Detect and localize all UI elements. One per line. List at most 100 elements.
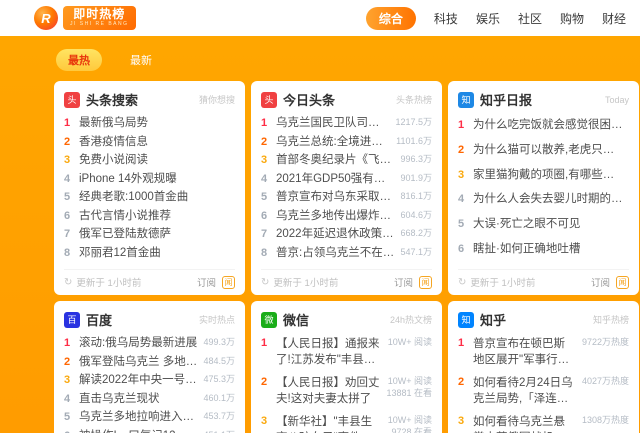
item-title[interactable]: 经典老歌:1000首金曲 (79, 190, 235, 205)
list-item[interactable]: 2 香港疫情信息 (64, 135, 235, 154)
list-item[interactable]: 1 乌克兰国民卫队司令部被摧毁 1217.5万 (261, 116, 432, 135)
item-metrics: 1217.5万 (395, 116, 432, 127)
list-item[interactable]: 6 乌克兰多地传出爆炸声 直击现场 604.6万 (261, 209, 432, 228)
item-title[interactable]: 最新俄乌局势 (79, 116, 235, 131)
tab-newest[interactable]: 最新 (118, 49, 164, 71)
list-item[interactable]: 5 普京宣布对乌东采取军事行动 816.1万 (261, 190, 432, 209)
item-title[interactable]: 为什么人会失去婴儿时期的记忆? (473, 192, 629, 207)
list-item[interactable]: 6 神操作!一口气记12个8级? 451.1万 (64, 429, 235, 433)
item-title[interactable]: 乌克兰总统:全境进入战时状态 (276, 135, 396, 150)
item-title[interactable]: 如何看待乌克兰悬赏击落俄军战机每架 2000 万,逃兵每人将受何处罚? (473, 414, 582, 433)
subscribe-link[interactable]: 订阅 (394, 275, 413, 289)
list-item[interactable]: 3 首部冬奥纪录片《飞越冰雪的五环》 996.3万 (261, 153, 432, 172)
platform-title[interactable]: 知乎日报 (480, 90, 532, 109)
nav-item-tech[interactable]: 科技 (434, 10, 458, 27)
item-title[interactable]: 如何看待2月24日乌克兰局势,「泽连斯基」发表讲话称愿意谈判? (473, 375, 582, 407)
nav-item-general[interactable]: 综合 (366, 7, 416, 30)
list-item[interactable]: 8 邓丽君12首金曲 (64, 246, 235, 265)
list-item[interactable]: 3 【新华社】"丰县生育八孩女子"事件调查处理情况公布 10W+ 阅读 9728… (261, 414, 432, 433)
item-title[interactable]: 邓丽君12首金曲 (79, 246, 235, 261)
site-title: 即时热榜 (73, 8, 125, 20)
list-item[interactable]: 1 【人民日报】通报来了!江苏发布"丰县生育八孩女子"事件调查处理情况 10W+… (261, 336, 432, 373)
item-title[interactable]: 家里猫狗戴的项圈,有哪些坑要知道? (473, 168, 629, 183)
platform-sublabel: Today (605, 95, 629, 105)
refresh-icon[interactable]: ↻ (261, 277, 269, 288)
list-item[interactable]: 2 乌克兰总统:全境进入战时状态 1101.6万 (261, 135, 432, 154)
item-title[interactable]: 香港疫情信息 (79, 135, 235, 150)
item-title[interactable]: 普京宣布在顿巴斯地区展开"军事行动",目前战况如何? (473, 336, 582, 368)
list-item[interactable]: 1 最新俄乌局势 (64, 116, 235, 135)
list-item[interactable]: 3 如何看待乌克兰悬赏击落俄军战机每架 2000 万,逃兵每人将受何处罚? 13… (458, 414, 629, 433)
item-title[interactable]: 乌克兰国民卫队司令部被摧毁 (276, 116, 395, 131)
platform-title[interactable]: 知乎 (480, 310, 506, 329)
nav-item-entertainment[interactable]: 娱乐 (476, 10, 500, 27)
item-title[interactable]: 神操作!一口气记12个8级? (79, 429, 203, 433)
list-item[interactable]: 5 经典老歌:1000首金曲 (64, 190, 235, 209)
list-item[interactable]: 2 如何看待2月24日乌克兰局势,「泽连斯基」发表讲话称愿意谈判? 4027万热… (458, 375, 629, 412)
item-title[interactable]: 乌克兰多地传出爆炸声 直击现场 (276, 209, 400, 224)
list-item[interactable]: 1 滚动:俄乌局势最新进展 499.3万 (64, 336, 235, 355)
list-item[interactable]: 7 2022年延迟退休政策将正式开启 668.2万 (261, 227, 432, 246)
rank-number: 5 (458, 217, 473, 230)
subscribe-link[interactable]: 订阅 (591, 275, 610, 289)
item-title[interactable]: 瞎扯·如何正确地吐槽 (473, 242, 629, 257)
list-item[interactable]: 6 瞎扯·如何正确地吐槽 (458, 242, 629, 262)
item-title[interactable]: 俄军已登陆敖德萨 (79, 227, 235, 242)
news-feed-icon[interactable]: 闻 (222, 276, 235, 289)
list-item[interactable]: 5 乌克兰多地拉响进入战时状态 453.7万 (64, 410, 235, 429)
platform-title[interactable]: 微信 (283, 310, 309, 329)
item-title[interactable]: 普京宣布对乌东采取军事行动 (276, 190, 400, 205)
refresh-icon[interactable]: ↻ (458, 277, 466, 288)
list-item[interactable]: 6 古代言情小说推荐 (64, 209, 235, 228)
item-title[interactable]: 俄军登陆乌克兰 多地传出爆炸声 (79, 355, 203, 370)
nav-item-finance[interactable]: 财经 (602, 10, 626, 27)
list-item[interactable]: 7 俄军已登陆敖德萨 (64, 227, 235, 246)
item-title[interactable]: 乌克兰多地拉响进入战时状态 (79, 410, 203, 425)
list-item[interactable]: 2 俄军登陆乌克兰 多地传出爆炸声 484.5万 (64, 355, 235, 374)
list-item[interactable]: 4 iPhone 14外观规曝 (64, 172, 235, 191)
item-title[interactable]: 首部冬奥纪录片《飞越冰雪的五环》 (276, 153, 400, 168)
item-title[interactable]: 【人民日报】通报来了!江苏发布"丰县生育八孩女子"事件调查处理情况 (276, 336, 388, 368)
list-item[interactable]: 3 免费小说阅读 (64, 153, 235, 172)
list-item[interactable]: 1 为什么吃完饭就会感觉很困很难受? (458, 118, 629, 138)
tab-hottest[interactable]: 最热 (56, 49, 102, 71)
item-title[interactable]: 普京:占领乌克兰不在计划之中 (276, 246, 400, 261)
list-item[interactable]: 2 为什么猫可以散养,老虎只能圈养吗? (458, 143, 629, 163)
rank-number: 1 (64, 116, 79, 129)
rank-number: 1 (261, 336, 276, 349)
main-nav: 综合 科技 娱乐 社区 购物 财经 (366, 7, 626, 30)
item-title[interactable]: 2022年延迟退休政策将正式开启 (276, 227, 400, 242)
platform-title[interactable]: 百度 (86, 310, 112, 329)
refresh-icon[interactable]: ↻ (64, 277, 72, 288)
item-title[interactable]: 【人民日报】劝回丈夫!这对夫妻太拼了 (276, 375, 386, 407)
list-item[interactable]: 5 大误·死亡之眼不可见 (458, 217, 629, 237)
list-item[interactable]: 3 家里猫狗戴的项圈,有哪些坑要知道? (458, 168, 629, 188)
list-item[interactable]: 8 普京:占领乌克兰不在计划之中 547.1万 (261, 246, 432, 265)
nav-item-shopping[interactable]: 购物 (560, 10, 584, 27)
item-title[interactable]: 滚动:俄乌局势最新进展 (79, 336, 203, 351)
item-title[interactable]: 大误·死亡之眼不可见 (473, 217, 629, 232)
platform-title[interactable]: 头条搜索 (86, 90, 138, 109)
platform-title[interactable]: 今日头条 (283, 90, 335, 109)
list-item[interactable]: 1 普京宣布在顿巴斯地区展开"军事行动",目前战况如何? 9722万热度 (458, 336, 629, 373)
item-title[interactable]: 为什么猫可以散养,老虎只能圈养吗? (473, 143, 629, 158)
item-title[interactable]: 为什么吃完饭就会感觉很困很难受? (473, 118, 629, 133)
list-item[interactable]: 4 直击乌克兰现状 460.1万 (64, 392, 235, 411)
item-title[interactable]: 古代言情小说推荐 (79, 209, 235, 224)
list-item[interactable]: 4 为什么人会失去婴儿时期的记忆? (458, 192, 629, 212)
list-item[interactable]: 2 【人民日报】劝回丈夫!这对夫妻太拼了 10W+ 阅读 13881 在看 (261, 375, 432, 412)
item-title[interactable]: 【新华社】"丰县生育八孩女子"事件调查处理情况公布 (276, 414, 388, 433)
item-title[interactable]: iPhone 14外观规曝 (79, 172, 235, 187)
item-value: 4027万热度 (582, 377, 629, 386)
subscribe-link[interactable]: 订阅 (197, 275, 216, 289)
item-title[interactable]: 2021年GDP50强有你的家乡吗 (276, 172, 400, 187)
item-title[interactable]: 解读2022年中央一号文件 (79, 373, 203, 388)
news-feed-icon[interactable]: 闻 (419, 276, 432, 289)
list-item[interactable]: 4 2021年GDP50强有你的家乡吗 901.9万 (261, 172, 432, 191)
list-item[interactable]: 3 解读2022年中央一号文件 475.3万 (64, 373, 235, 392)
item-title[interactable]: 直击乌克兰现状 (79, 392, 203, 407)
nav-item-community[interactable]: 社区 (518, 10, 542, 27)
item-title[interactable]: 免费小说阅读 (79, 153, 235, 168)
news-feed-icon[interactable]: 闻 (616, 276, 629, 289)
site-logo[interactable]: R 即时热榜 JI SHI RE BANG (34, 6, 136, 30)
